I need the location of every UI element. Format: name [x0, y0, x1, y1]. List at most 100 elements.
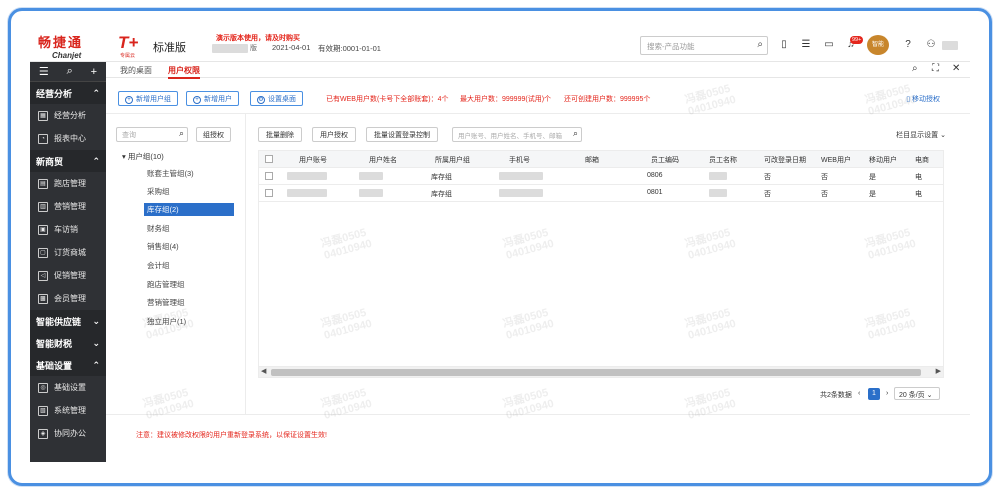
sidebar-item-basic-settings[interactable]: ◎ 基础设置 — [30, 376, 106, 399]
redacted-value — [709, 189, 727, 197]
user-table-panel: 批量删除 用户授权 批量设置登录控制 用户账号、用户姓名、手机号、邮箱 ⌕ 栏目… — [246, 114, 970, 414]
mall-icon: ▢ — [38, 247, 48, 258]
col-header[interactable]: 可改登录日期 — [764, 155, 806, 165]
sidebar-item-marketing[interactable]: ▥ 营销管理 — [30, 195, 106, 218]
col-header[interactable]: 员工名称 — [709, 155, 737, 165]
version-suffix: 版 — [250, 45, 257, 52]
row-employee-code: 0801 — [647, 189, 663, 196]
col-header[interactable]: 所属用户组 — [435, 155, 470, 165]
chevron-down-icon: ⌄ — [940, 132, 946, 139]
next-page-icon[interactable]: › — [886, 390, 888, 397]
column-settings-link[interactable]: 栏目显示设置 ⌄ — [896, 130, 946, 140]
set-desktop-button[interactable]: ⚙ 设置桌面 — [250, 91, 303, 106]
batch-delete-button[interactable]: 批量删除 — [258, 127, 302, 142]
tab-my-desktop[interactable]: 我的桌面 — [120, 65, 152, 76]
sidebar-item-mall[interactable]: ▢ 订货商城 — [30, 241, 106, 264]
tree-node-sales[interactable]: 销售组(4) — [144, 240, 182, 253]
tree-node-purchase[interactable]: 采购组 — [144, 185, 173, 198]
table-row[interactable]: 库存组 0806 否 否 是 电 — [259, 168, 943, 185]
row-login-editable: 否 — [764, 191, 771, 198]
tree-node-store[interactable]: 跑店管理组 — [144, 278, 188, 291]
tree-node-inventory[interactable]: 库存组(2) — [144, 203, 234, 216]
sidebar-section-analysis[interactable]: 经营分析 ⌃ — [30, 82, 106, 104]
plus-icon: + — [193, 96, 201, 104]
add-icon[interactable]: + — [91, 66, 97, 78]
tree-node-admin[interactable]: 账套主管组(3) — [144, 167, 197, 180]
group-panel: 查询 ⌕ 组授权 ▾ 用户组(10) 账套主管组(3) 采购组 库存组(2) 财… — [106, 114, 246, 414]
report-icon: ◔ — [38, 133, 48, 144]
group-search-input[interactable]: 查询 ⌕ — [116, 127, 188, 142]
batch-login-control-button[interactable]: 批量设置登录控制 — [366, 127, 438, 142]
sidebar-section-finance[interactable]: 智能财税 ⌄ — [30, 332, 106, 354]
search-icon[interactable]: ⌕ — [757, 39, 763, 50]
horizontal-scrollbar[interactable]: ◀ ▶ — [258, 366, 944, 378]
menu-toggle-icon[interactable]: ☰ — [39, 65, 49, 78]
sidebar-item-member[interactable]: ▩ 会员管理 — [30, 287, 106, 310]
mobile-auth-link[interactable]: ▯ 移动授权 — [906, 94, 940, 104]
redacted-value — [499, 189, 543, 197]
scroll-right-icon[interactable]: ▶ — [936, 367, 941, 375]
sidebar-section-trade[interactable]: 新商贸 ⌃ — [30, 150, 106, 172]
fullscreen-icon[interactable]: ⛶ — [932, 63, 939, 74]
select-all-checkbox[interactable] — [265, 155, 273, 163]
tree-node-independent[interactable]: 独立用户(1) — [144, 315, 189, 328]
sidebar-section-basic[interactable]: 基础设置 ⌃ — [30, 354, 106, 376]
demo-notice[interactable]: 演示版本使用，请及时购买 — [216, 33, 300, 43]
user-auth-button[interactable]: 用户授权 — [312, 127, 356, 142]
tab-user-permissions[interactable]: 用户权限 — [168, 65, 200, 79]
col-header[interactable]: 邮箱 — [585, 155, 599, 165]
add-group-button[interactable]: + 新增用户组 — [118, 91, 178, 106]
chevron-down-icon: ⌄ — [926, 392, 933, 399]
sidebar-item-promo[interactable]: ◁ 促销管理 — [30, 264, 106, 287]
function-search-input[interactable]: 搜索-产品功能 ⌕ — [640, 36, 768, 55]
promo-icon: ◁ — [38, 270, 48, 281]
tree-root[interactable]: ▾ 用户组(10) — [122, 151, 164, 162]
close-icon[interactable]: ✕ — [952, 63, 960, 74]
user-icon[interactable]: ⚇ — [925, 39, 937, 51]
phone-icon[interactable]: ▯ — [778, 39, 790, 51]
col-header[interactable]: 电商 — [915, 155, 929, 165]
sidebar-item-system[interactable]: ▧ 系统管理 — [30, 399, 106, 422]
assistant-avatar[interactable]: 智能 — [867, 35, 889, 55]
sidebar-section-supply[interactable]: 智能供应链 ⌄ — [30, 310, 106, 332]
col-header[interactable]: WEB用户 — [821, 155, 851, 165]
search-icon[interactable]: ⌕ — [573, 128, 578, 139]
sidebar-item-store[interactable]: ▤ 跑店管理 — [30, 172, 106, 195]
max-user-count: 最大用户数：999999(试用)个 — [460, 96, 552, 103]
tree-node-accounting[interactable]: 会计组 — [144, 259, 173, 272]
page-size-select[interactable]: 20 条/页 ⌄ — [894, 387, 940, 400]
scrollbar-thumb[interactable] — [271, 369, 921, 376]
tree-node-marketing[interactable]: 营销管理组 — [144, 296, 188, 309]
col-header[interactable]: 手机号 — [509, 155, 530, 165]
help-icon[interactable]: ? — [902, 39, 914, 51]
marketing-icon: ▥ — [38, 201, 48, 212]
col-header[interactable]: 移动用户 — [869, 155, 897, 165]
scroll-left-icon[interactable]: ◀ — [261, 367, 266, 375]
col-header[interactable]: 员工编码 — [651, 155, 679, 165]
total-count: 共2条数据 — [820, 392, 852, 399]
member-icon: ▩ — [38, 293, 48, 304]
sidebar-item-reports[interactable]: ◔ 报表中心 — [30, 127, 106, 150]
col-header[interactable]: 用户账号 — [299, 155, 327, 165]
prev-page-icon[interactable]: ‹ — [858, 390, 860, 397]
chevron-up-icon: ⌃ — [92, 359, 100, 370]
group-auth-button[interactable]: 组授权 — [196, 127, 231, 142]
user-search-input[interactable]: 用户账号、用户姓名、手机号、邮箱 ⌕ — [452, 127, 582, 142]
sidebar-item-collab[interactable]: ◈ 协同办公 — [30, 422, 106, 445]
row-checkbox[interactable] — [265, 189, 273, 197]
product-logo: T+ — [118, 33, 139, 52]
tree-node-finance[interactable]: 财务组 — [144, 222, 173, 235]
search-icon[interactable]: ⌕ — [179, 128, 184, 139]
add-user-button[interactable]: + 新增用户 — [186, 91, 239, 106]
monitor-icon[interactable]: ▭ — [823, 39, 835, 51]
sidebar-item-vehicle[interactable]: ▣ 车访销 — [30, 218, 106, 241]
web-user-count: 已有WEB用户数(卡号下全部账套)：4个 — [326, 96, 449, 103]
task-list-icon[interactable]: ☰ — [800, 39, 812, 51]
page-1-button[interactable]: 1 — [868, 388, 880, 400]
sidebar-search-icon[interactable]: ⌕ — [67, 65, 73, 78]
search-icon[interactable]: ⌕ — [912, 63, 918, 74]
col-header[interactable]: 用户姓名 — [369, 155, 397, 165]
table-row[interactable]: 库存组 0801 否 否 是 电 — [259, 185, 943, 202]
row-checkbox[interactable] — [265, 172, 273, 180]
sidebar-item-analysis[interactable]: ▦ 经营分析 — [30, 104, 106, 127]
